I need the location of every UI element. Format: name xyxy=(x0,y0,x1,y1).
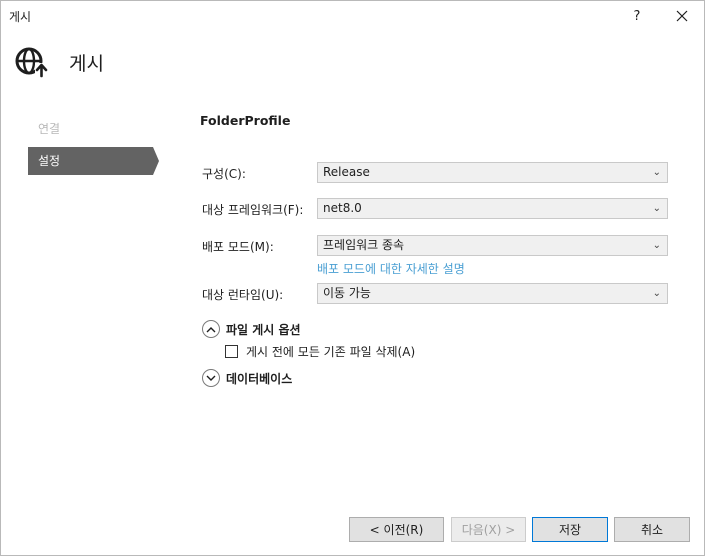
profile-name: FolderProfile xyxy=(200,113,291,128)
deployment-mode-label: 배포 모드(M): xyxy=(202,240,274,254)
save-button[interactable]: 저장 xyxy=(532,517,608,542)
cancel-button[interactable]: 취소 xyxy=(614,517,690,542)
nav-item-label: 설정 xyxy=(38,154,61,168)
delete-existing-files-checkbox[interactable] xyxy=(225,344,238,358)
file-publish-options-section[interactable]: 파일 게시 옵션 xyxy=(202,319,301,339)
target-framework-row: 대상 프레임워크(F): net8.0 ⌄ xyxy=(200,198,670,220)
chevron-down-icon: ⌄ xyxy=(652,240,661,251)
configuration-value: Release xyxy=(323,165,370,179)
close-button[interactable] xyxy=(662,1,702,31)
chevron-down-icon xyxy=(206,375,216,381)
databases-title: 데이터베이스 xyxy=(226,371,293,386)
nav-item-connection[interactable]: 연결 xyxy=(28,115,163,143)
page-title: 게시 xyxy=(69,52,104,75)
chevron-down-icon: ⌄ xyxy=(652,167,661,178)
collapse-button[interactable] xyxy=(202,320,220,338)
chevron-down-icon: ⌄ xyxy=(652,203,661,214)
close-icon xyxy=(676,10,688,22)
globe-publish-icon xyxy=(15,47,48,78)
chevron-down-icon: ⌄ xyxy=(652,288,661,299)
title-bar: 게시 ? xyxy=(1,1,704,31)
target-framework-label: 대상 프레임워크(F): xyxy=(202,203,304,217)
nav-item-label: 연결 xyxy=(38,122,61,136)
publish-dialog: 게시 ? 게시 연결 설정 FolderProfile 구성(C): Relea… xyxy=(0,0,705,556)
configuration-row: 구성(C): Release ⌄ xyxy=(200,162,670,184)
target-runtime-select[interactable]: 이동 가능 ⌄ xyxy=(317,283,668,304)
nav-item-settings[interactable]: 설정 xyxy=(28,147,159,175)
next-button[interactable]: 다음(X) > xyxy=(451,517,526,542)
settings-panel: FolderProfile 구성(C): Release ⌄ 대상 프레임워크(… xyxy=(200,113,670,387)
help-button[interactable]: ? xyxy=(617,1,657,31)
target-framework-value: net8.0 xyxy=(323,201,362,215)
deployment-mode-help-link[interactable]: 배포 모드에 대한 자세한 설명 xyxy=(317,260,465,277)
window-title: 게시 xyxy=(9,10,32,24)
delete-existing-files-label: 게시 전에 모든 기존 파일 삭제(A) xyxy=(246,344,416,359)
deployment-mode-row: 배포 모드(M): 프레임워크 종속 ⌄ xyxy=(200,235,670,257)
page-header: 게시 xyxy=(15,45,104,79)
deployment-mode-value: 프레임워크 종속 xyxy=(323,238,405,252)
file-publish-options-title: 파일 게시 옵션 xyxy=(226,322,301,337)
target-runtime-row: 대상 런타임(U): 이동 가능 ⌄ xyxy=(200,283,670,305)
target-framework-select[interactable]: net8.0 ⌄ xyxy=(317,198,668,219)
deployment-mode-select[interactable]: 프레임워크 종속 ⌄ xyxy=(317,235,668,256)
target-runtime-value: 이동 가능 xyxy=(323,286,371,300)
chevron-up-icon xyxy=(206,326,216,332)
target-runtime-label: 대상 런타임(U): xyxy=(202,288,284,302)
delete-existing-files-option[interactable]: 게시 전에 모든 기존 파일 삭제(A) xyxy=(225,342,415,360)
wizard-nav: 연결 설정 xyxy=(28,115,163,179)
previous-button[interactable]: < 이전(R) xyxy=(349,517,444,542)
configuration-label: 구성(C): xyxy=(202,167,246,181)
configuration-select[interactable]: Release ⌄ xyxy=(317,162,668,183)
databases-section[interactable]: 데이터베이스 xyxy=(202,368,292,388)
expand-button[interactable] xyxy=(202,369,220,387)
